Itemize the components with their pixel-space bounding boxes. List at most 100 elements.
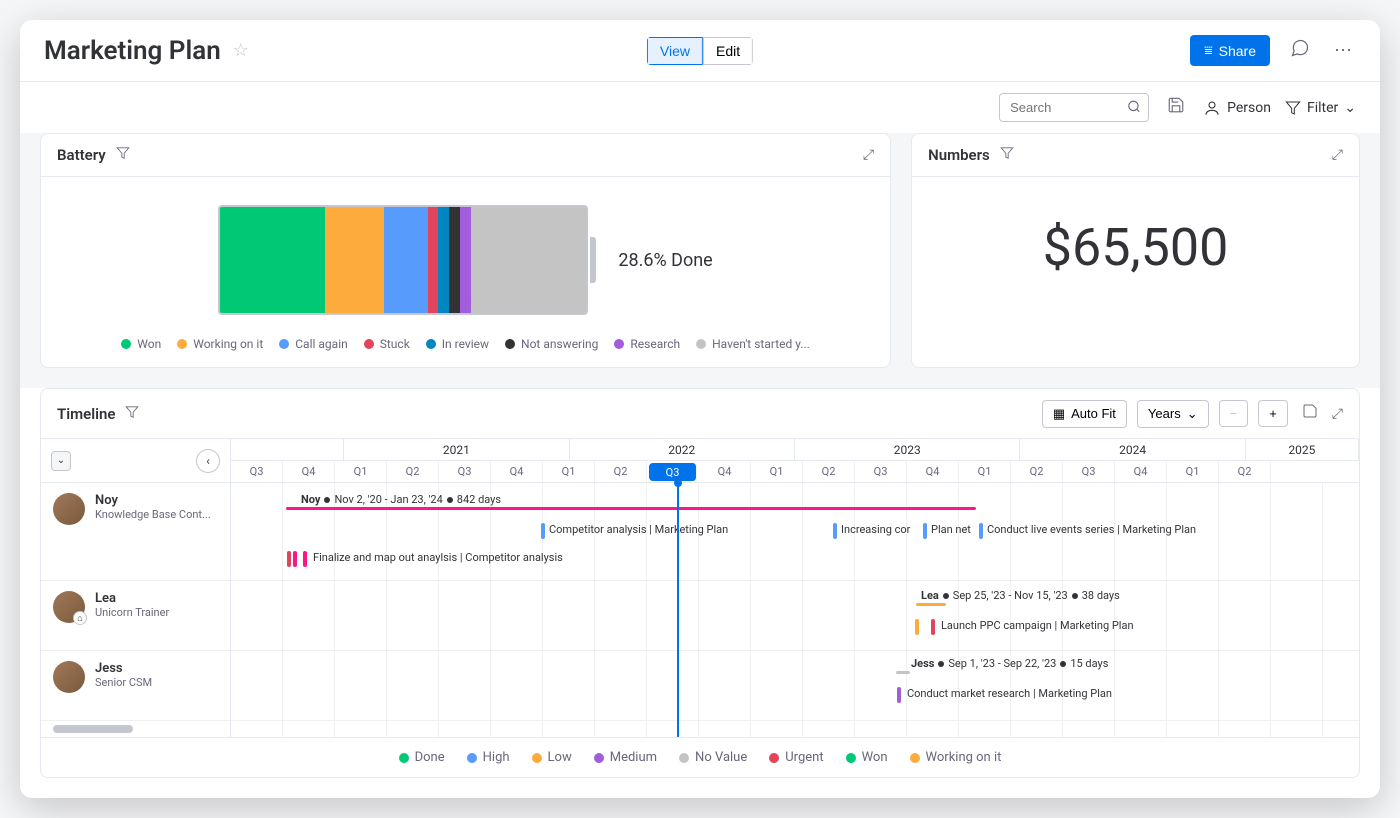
quarter-cell[interactable]: Q1 <box>335 461 387 482</box>
save-icon[interactable] <box>1163 92 1189 123</box>
h-scrollbar[interactable] <box>53 725 133 733</box>
quarter-cell[interactable]: Q4 <box>283 461 335 482</box>
task-marker[interactable] <box>897 687 901 703</box>
quarter-cell[interactable]: Q3 <box>855 461 907 482</box>
row-name: Lea <box>921 589 939 602</box>
edit-button[interactable]: Edit <box>703 37 753 65</box>
filter-icon[interactable] <box>116 146 130 164</box>
legend-label: Low <box>548 750 572 765</box>
auto-fit-button[interactable]: ▦ Auto Fit <box>1042 400 1127 428</box>
quarter-cell[interactable]: Q2 <box>1219 461 1271 482</box>
view-button[interactable]: View <box>647 37 703 65</box>
year-cell <box>231 439 344 460</box>
expand-icon[interactable]: ⤢ <box>1332 147 1343 163</box>
scale-label: Years <box>1148 406 1181 421</box>
quarter-cell[interactable]: Q4 <box>907 461 959 482</box>
task-marker[interactable] <box>931 619 935 635</box>
dot-icon <box>938 661 944 667</box>
timeline-legend: DoneHighLowMediumNo ValueUrgentWonWorkin… <box>41 737 1359 777</box>
person-row[interactable]: JessSenior CSM <box>41 651 230 721</box>
task-marker[interactable] <box>979 523 983 539</box>
legend-item: Medium <box>594 750 657 765</box>
numbers-body: $65,500 <box>912 177 1359 318</box>
dot-icon <box>324 497 330 503</box>
people-list: NoyKnowledge Base Cont...⌂LeaUnicorn Tra… <box>41 483 230 721</box>
legend-label: Research <box>630 337 680 351</box>
legend-item: Working on it <box>910 750 1002 765</box>
quarter-cell[interactable]: Q4 <box>491 461 543 482</box>
quarter-cell[interactable]: Q2 <box>803 461 855 482</box>
quarter-cell[interactable]: Q4 <box>699 461 751 482</box>
legend-label: Done <box>415 750 445 765</box>
quarter-cell[interactable]: Q1 <box>543 461 595 482</box>
quarter-cell[interactable]: Q1 <box>751 461 803 482</box>
quarter-cell[interactable]: Q3 <box>439 461 491 482</box>
quarter-cell[interactable]: Q1 <box>959 461 1011 482</box>
quarter-cell[interactable]: Q2 <box>387 461 439 482</box>
filter-icon[interactable] <box>1000 146 1014 164</box>
legend-label: Haven't started y... <box>712 337 810 351</box>
task-marker[interactable] <box>915 619 919 635</box>
task-bar[interactable] <box>896 671 910 674</box>
row-range: Sep 25, '23 - Nov 15, '23 <box>953 589 1068 602</box>
avatar-badge-icon: ⌂ <box>73 611 87 625</box>
expand-icon[interactable]: ⤢ <box>863 147 874 163</box>
task-bar[interactable] <box>286 507 976 510</box>
numbers-value: $65,500 <box>1043 217 1229 278</box>
legend-dot-icon <box>399 753 409 763</box>
legend-dot-icon <box>532 753 542 763</box>
legend-item: Haven't started y... <box>696 337 810 351</box>
export-icon[interactable] <box>1298 399 1322 428</box>
legend-dot-icon <box>505 339 515 349</box>
legend-label: Won <box>137 337 161 351</box>
quarter-cell[interactable]: Q4 <box>1115 461 1167 482</box>
expand-icon[interactable]: ⤢ <box>1332 406 1343 422</box>
share-button[interactable]: ⩸ Share <box>1190 35 1270 66</box>
task-label: Finalize and map out anaylsis | Competit… <box>313 551 563 564</box>
quarter-cell[interactable]: Q3 <box>649 463 697 481</box>
person-row[interactable]: NoyKnowledge Base Cont... <box>41 483 230 581</box>
quarter-cell[interactable]: Q2 <box>1011 461 1063 482</box>
gantt-rows: Noy Nov 2, '20 - Jan 23, '24 842 days Co… <box>231 483 1359 721</box>
person-name: Lea <box>95 591 169 606</box>
quarter-cell[interactable]: Q2 <box>595 461 647 482</box>
activity-icon[interactable] <box>1286 34 1314 67</box>
auto-fit-label: Auto Fit <box>1071 406 1116 421</box>
legend-item: Research <box>614 337 680 351</box>
person-row[interactable]: ⌂LeaUnicorn Trainer <box>41 581 230 651</box>
scale-select[interactable]: Years ⌄ <box>1137 400 1209 428</box>
row-summary: Lea Sep 25, '23 - Nov 15, '23 38 days <box>921 589 1120 602</box>
task-bar[interactable] <box>916 603 946 606</box>
collapse-button[interactable]: ⌄ <box>51 451 71 471</box>
task-label: Conduct market research | Marketing Plan <box>907 687 1112 700</box>
row-days: 15 days <box>1070 657 1108 670</box>
legend-dot-icon <box>769 753 779 763</box>
legend-item: Urgent <box>769 750 823 765</box>
task-marker[interactable] <box>303 551 307 567</box>
zoom-out-button[interactable]: − <box>1219 400 1249 427</box>
quarter-cell[interactable]: Q3 <box>231 461 283 482</box>
task-marker[interactable] <box>287 551 291 567</box>
filter-button[interactable]: Filter ⌄ <box>1285 100 1356 116</box>
timeline-title: Timeline <box>57 405 115 423</box>
quarter-cell[interactable]: Q1 <box>1167 461 1219 482</box>
legend-dot-icon <box>679 753 689 763</box>
quarter-cell[interactable]: Q3 <box>1063 461 1115 482</box>
more-icon[interactable]: ⋯ <box>1330 36 1356 65</box>
task-marker[interactable] <box>541 523 545 539</box>
nav-prev-button[interactable]: ‹ <box>196 449 220 473</box>
task-marker[interactable] <box>833 523 837 539</box>
legend-item: No Value <box>679 750 747 765</box>
zoom-in-button[interactable]: + <box>1258 400 1288 427</box>
dot-icon <box>1060 661 1066 667</box>
star-icon[interactable]: ☆ <box>233 40 249 61</box>
person-filter[interactable]: Person <box>1203 99 1271 117</box>
legend-item: Not answering <box>505 337 598 351</box>
gantt: ⌄ ‹ NoyKnowledge Base Cont...⌂LeaUnicorn… <box>41 438 1359 737</box>
gantt-left-head: ⌄ ‹ <box>41 439 230 483</box>
gantt-left: ⌄ ‹ NoyKnowledge Base Cont...⌂LeaUnicorn… <box>41 439 231 737</box>
task-marker[interactable] <box>293 551 297 567</box>
search-input[interactable] <box>999 93 1149 122</box>
task-marker[interactable] <box>923 523 927 539</box>
filter-icon[interactable] <box>125 405 139 423</box>
